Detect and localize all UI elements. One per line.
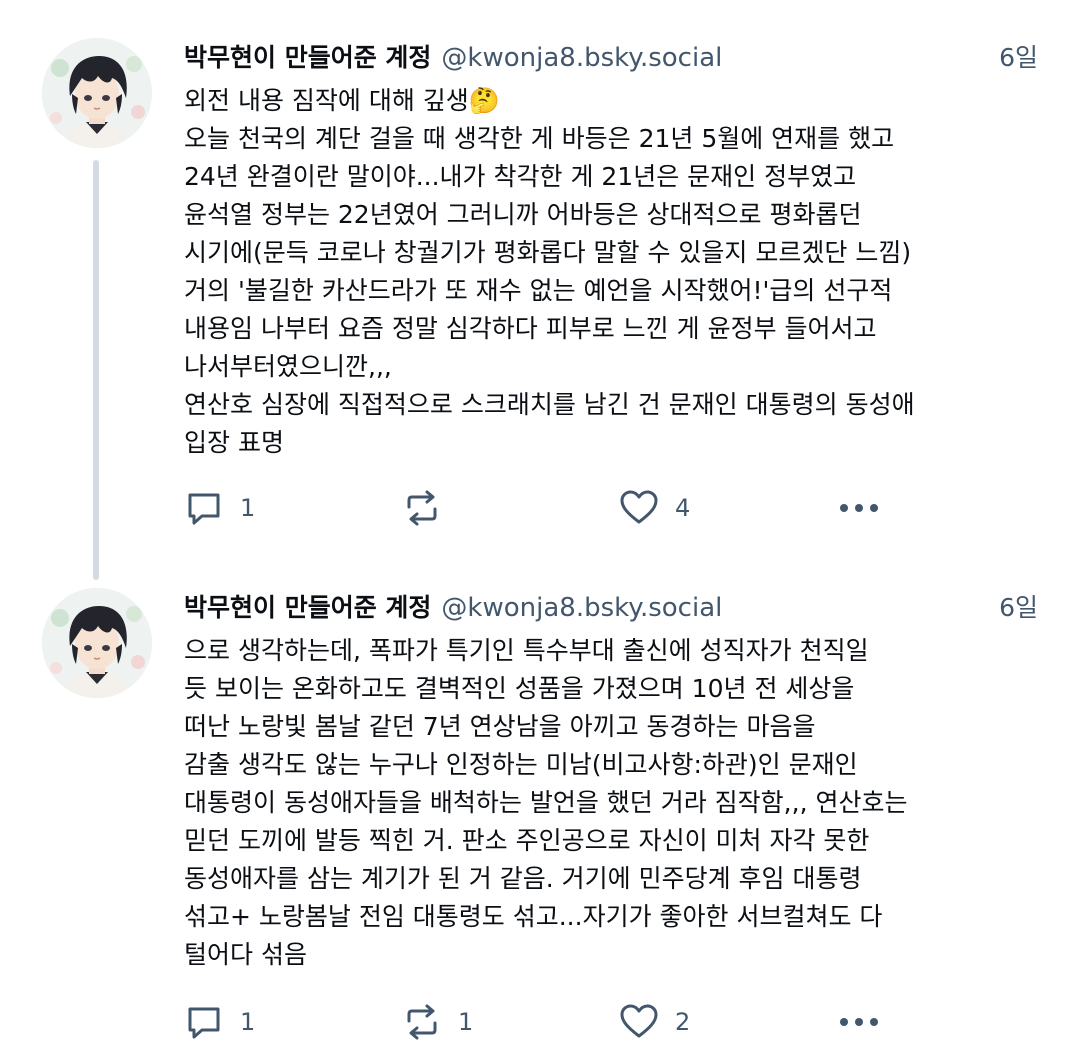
reply-button[interactable]: 1 [184, 1002, 255, 1042]
post-text-line: 으로 생각하는데, 폭파가 특기인 특수부대 출신에 성직자가 천직일 [184, 636, 869, 665]
author-display-name[interactable]: 박무현이 만들어준 계정 [184, 588, 431, 624]
post-text-line: 믿던 도끼에 발등 찍힌 거. 판소 주인공으로 자신이 미처 자각 못한 [184, 826, 870, 855]
reply-count: 1 [240, 1008, 256, 1036]
post-text-line: 오늘 천국의 계단 걸을 때 생각한 게 바등은 21년 5월에 연재를 했고 [184, 124, 895, 153]
thread-post[interactable]: 박무현이 만들어준 계정 @kwonja8.bsky.social 6일 으로 … [0, 580, 1080, 1050]
heart-outline-icon [620, 490, 658, 524]
post-text-line: 입장 표명 [184, 428, 284, 457]
post-text: 으로 생각하는데, 폭파가 특기인 특수부대 출신에 성직자가 천직일 듯 보이… [184, 632, 1044, 974]
post-text-line: 거의 '불길한 카산드라가 또 재수 없는 예언을 시작했어!'급의 선구적 [184, 276, 893, 305]
author-display-name[interactable]: 박무현이 만들어준 계정 [184, 38, 431, 74]
more-options-button[interactable] [836, 488, 882, 528]
repost-button[interactable]: 1 [402, 1002, 473, 1042]
like-count: 2 [675, 1008, 691, 1036]
post-text-line: 동성애자를 삼는 계기가 된 거 같음. 거기에 민주당계 후임 대통령 [184, 864, 862, 893]
anime-boy-avatar-image [42, 588, 152, 698]
author-handle[interactable]: @kwonja8.bsky.social [441, 593, 722, 623]
repost-arrows-icon [407, 490, 437, 526]
post-timestamp[interactable]: 6일 [999, 38, 1038, 74]
like-button[interactable]: 4 [619, 488, 690, 528]
post-text-line: 떠난 노랑빛 봄날 같던 7년 연상남을 아끼고 동경하는 마음을 [184, 712, 816, 741]
more-options-button[interactable] [836, 1002, 882, 1042]
reply-button[interactable]: 1 [184, 488, 255, 528]
post-text-line: 시기에(문득 코로나 창궐기가 평화롭다 말할 수 있을지 모르겠단 느낌) [184, 238, 912, 267]
post-text-line: 대통령이 동성애자들을 배척하는 발언을 했던 거라 짐작함,,, 연산호는 [184, 788, 908, 817]
reply-count: 1 [240, 494, 256, 522]
post-text-line: 듯 보이는 온화하고도 결벽적인 성품을 가졌으며 10년 전 세상을 [184, 674, 855, 703]
post-text-line: 24년 완결이란 말이야...내가 착각한 게 21년은 문재인 정부였고 [184, 162, 857, 191]
post-text-line: 내용임 나부터 요즘 정말 심각하다 피부로 느낀 게 윤정부 들어서고 [184, 314, 877, 343]
post-text-line: 연산호 심장에 직접적으로 스크래치를 남긴 건 문재인 대통령의 동성애 [184, 390, 915, 419]
thread-post[interactable]: 박무현이 만들어준 계정 @kwonja8.bsky.social 6일 외전 … [0, 0, 1080, 580]
ellipsis-icon [840, 1018, 878, 1026]
post-text-line: 외전 내용 짐작에 대해 깊생🤔 [184, 86, 500, 115]
post-text-line: 윤석열 정부는 22년였어 그러니까 어바등은 상대적으로 평화롭던 [184, 200, 862, 229]
repost-count: 1 [458, 1008, 474, 1036]
speech-bubble-icon [188, 1007, 220, 1039]
post-text-line: 털어다 섞음 [184, 940, 307, 969]
post-text-line: 감출 생각도 않는 누구나 인정하는 미남(비고사항:하관)인 문재인 [184, 750, 858, 779]
repost-arrows-icon [407, 1004, 437, 1040]
avatar[interactable] [42, 38, 152, 148]
like-button[interactable]: 2 [619, 1002, 690, 1042]
like-count: 4 [675, 494, 691, 522]
post-header: 박무현이 만들어준 계정 @kwonja8.bsky.social [184, 38, 722, 74]
post-header: 박무현이 만들어준 계정 @kwonja8.bsky.social [184, 588, 722, 624]
post-action-bar: 1 4 [184, 488, 904, 528]
post-text-line: 나서부터였으니깐,,, [184, 352, 392, 381]
avatar[interactable] [42, 588, 152, 698]
ellipsis-icon [840, 504, 878, 512]
speech-bubble-icon [188, 493, 220, 525]
heart-outline-icon [620, 1004, 658, 1038]
repost-button[interactable] [402, 488, 458, 528]
post-action-bar: 1 1 2 [184, 1002, 904, 1042]
post-text-line: 섞고+ 노랑봄날 전임 대통령도 섞고...자기가 좋아한 서브컬쳐도 다 [184, 902, 883, 931]
anime-boy-avatar-image [42, 38, 152, 148]
author-handle[interactable]: @kwonja8.bsky.social [441, 43, 722, 73]
post-text: 외전 내용 짐작에 대해 깊생🤔 오늘 천국의 계단 걸을 때 생각한 게 바등… [184, 82, 1044, 462]
post-timestamp[interactable]: 6일 [999, 588, 1038, 624]
